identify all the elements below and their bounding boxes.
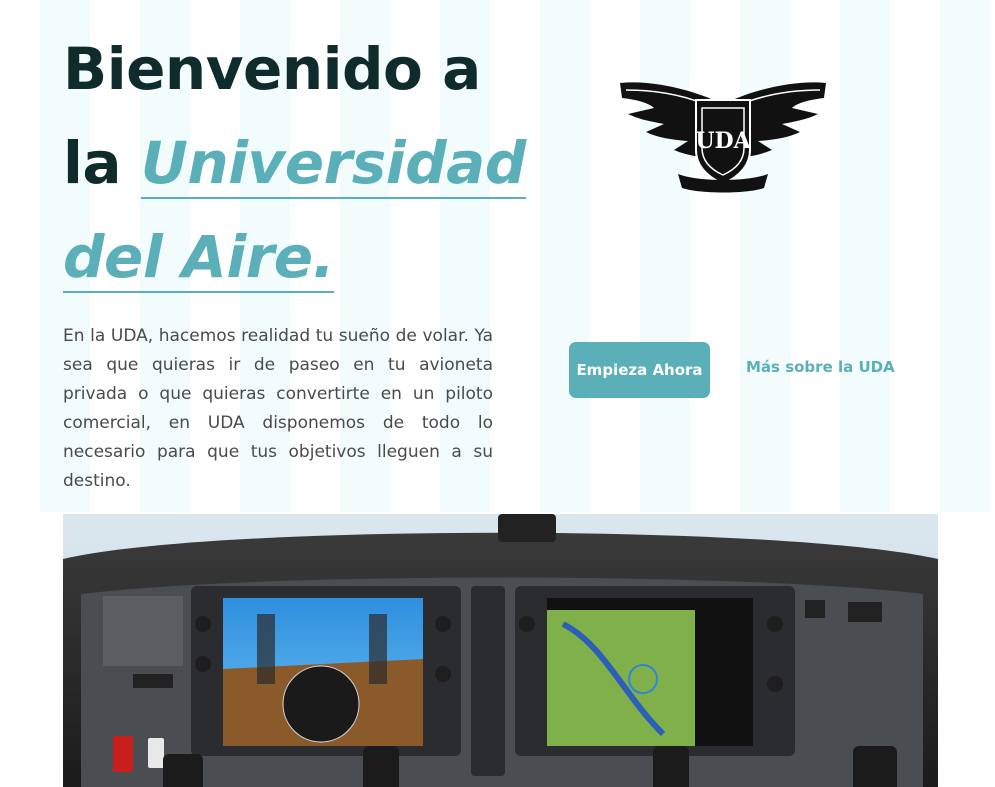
uda-winged-logo: UDA <box>620 82 826 193</box>
hero-title: Bienvenido a la Universidad del Aire. <box>63 22 533 304</box>
hero-title-line1: Bienvenido a <box>63 35 481 103</box>
start-now-button[interactable]: Empieza Ahora <box>569 342 710 398</box>
cockpit-image <box>63 514 938 787</box>
more-about-uda-link[interactable]: Más sobre la UDA <box>746 358 895 376</box>
hero-title-accent-universidad: Universidad <box>140 129 526 199</box>
hero-description: En la UDA, hacemos realidad tu sueño de … <box>63 326 493 491</box>
hero-title-accent-del-aire: del Aire. <box>63 223 335 293</box>
hero-title-la: la <box>63 129 141 197</box>
logo-text: UDA <box>695 128 751 154</box>
